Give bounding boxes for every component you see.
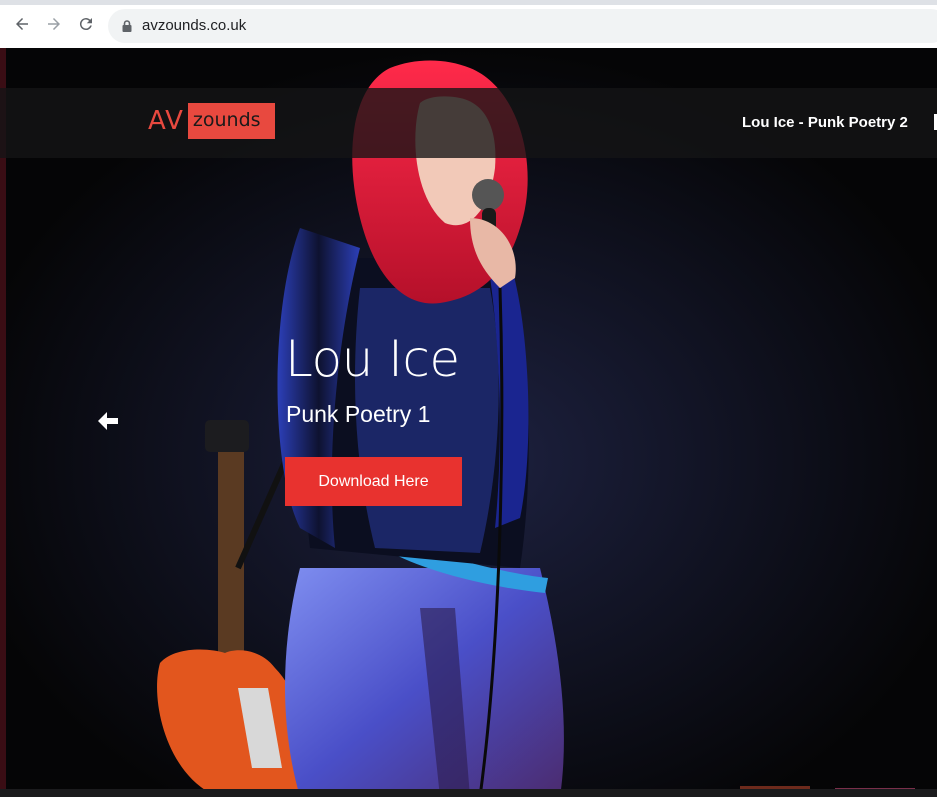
- logo-av: AV: [148, 106, 184, 136]
- page-bottom-edge: [0, 789, 937, 797]
- hero-title: Lou Ice: [285, 330, 460, 388]
- reload-icon: [79, 18, 92, 31]
- download-button[interactable]: Download Here: [285, 457, 462, 506]
- address-bar[interactable]: avzounds.co.uk: [108, 9, 937, 43]
- page-content: AV zounds Lou Ice - Punk Poetry 2 Lou Ic…: [0, 48, 937, 797]
- nav-link-lou-ice-punk-poetry-2[interactable]: Lou Ice - Punk Poetry 2: [742, 114, 908, 131]
- carousel-prev-button[interactable]: [96, 409, 120, 433]
- logo-zounds: zounds: [187, 103, 275, 139]
- lock-icon: [122, 20, 132, 32]
- site-logo[interactable]: AV zounds: [148, 103, 275, 139]
- reload-button[interactable]: [74, 12, 98, 36]
- back-button[interactable]: [10, 12, 34, 36]
- forward-button[interactable]: [42, 12, 66, 36]
- arrow-left-icon: [98, 412, 118, 430]
- tab-strip-edge: [0, 0, 937, 5]
- arrow-right-icon: [48, 18, 60, 30]
- arrow-left-icon: [16, 18, 28, 30]
- browser-toolbar: avzounds.co.uk: [0, 0, 937, 48]
- hero-subtitle: Punk Poetry 1: [286, 401, 431, 427]
- hero-photo: [0, 48, 937, 797]
- url-text[interactable]: avzounds.co.uk: [142, 17, 246, 34]
